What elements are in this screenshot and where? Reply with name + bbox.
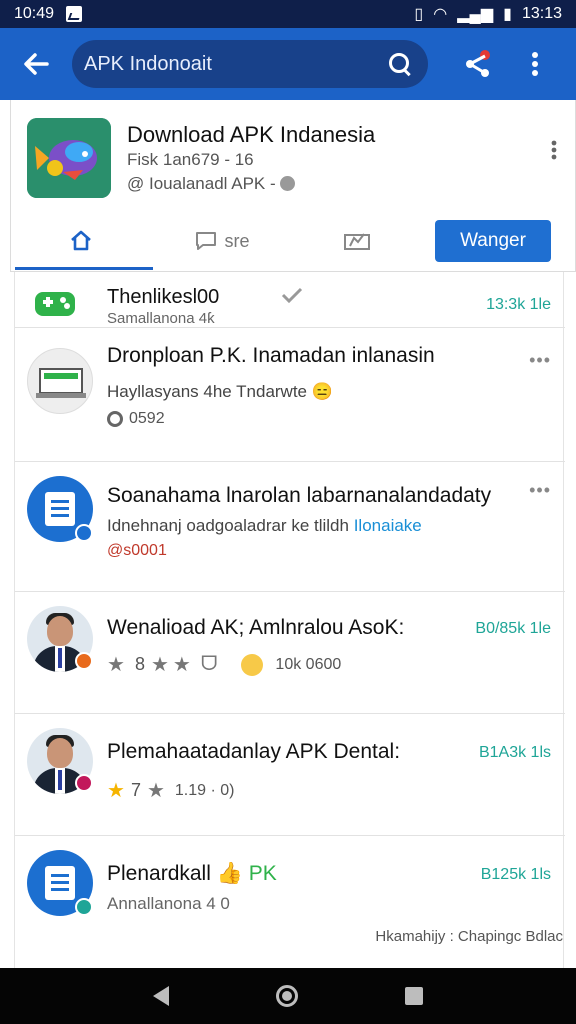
status-badge — [75, 652, 93, 670]
vibrate-icon: ▯ — [414, 6, 424, 23]
list-item-title-suffix: PK — [248, 862, 277, 885]
status-time-right: 13:13 — [521, 5, 562, 22]
more-options-button[interactable] — [508, 28, 562, 100]
more-vert-icon — [551, 140, 557, 160]
star-icon: ★ — [107, 780, 125, 802]
nav-back-icon[interactable] — [153, 986, 170, 1006]
list-item-size: 13:3k 1le — [486, 296, 551, 313]
app-logo — [27, 118, 111, 198]
wanger-button[interactable]: Wanger — [435, 220, 551, 262]
tab-home[interactable] — [15, 212, 153, 270]
app-subtitle-primary: Fisk 1an679 - 16 — [127, 150, 254, 169]
list-item[interactable]: Wenalioad AK; Amlnralou AsoK: B0/85k 1le… — [15, 592, 565, 714]
clock-icon — [280, 176, 296, 191]
search-input[interactable]: APK Indonoait — [72, 40, 428, 88]
download-list: Thenlikesl00 Samallanona 4ƙ 13:3k 1le Dr… — [14, 272, 565, 968]
list-item[interactable]: Dronploan P.K. Inamadan inlanasin Haylla… — [15, 328, 565, 462]
star-icon: ★★ — [150, 654, 195, 676]
list-item-meta-value: 1.19 · 0) — [174, 781, 235, 799]
image-notification-icon — [66, 6, 83, 22]
list-item-size: B1A3k 1ls — [478, 744, 551, 761]
document-shape — [45, 492, 75, 526]
list-item-meta-value: 0592 — [129, 410, 165, 427]
list-item-title: Thenlikesl00 — [107, 286, 220, 308]
signal-icon: ▂▄▆ — [457, 6, 494, 23]
app-header-card: Download APK Indanesia Fisk 1an679 - 16 … — [10, 100, 576, 272]
thumbs-up-icon: 👍 — [216, 862, 243, 885]
status-time-left: 10:49 — [14, 5, 55, 22]
list-item-subtitle: Idnehnanj oadgoaladrar ke tlildh Ilonaia… — [107, 516, 422, 536]
nav-home-icon[interactable] — [275, 985, 298, 1007]
list-item-title: Soanahama lnarolan labarnanalandadaty — [107, 484, 492, 507]
app-tabs: sre Wanger — [15, 212, 571, 270]
more-horiz-icon[interactable]: ••• — [529, 350, 551, 371]
list-item[interactable]: Soanahama lnarolan labarnanalandadaty Id… — [15, 462, 565, 592]
app-developer: @ Ioualanadl APK - — [127, 174, 276, 193]
list-item-subtitle: Annallanona 4 0 — [107, 894, 230, 913]
list-item-title-text: Plenardkall — [107, 862, 211, 885]
share-button[interactable] — [448, 28, 508, 100]
flag-icon: ᗜ — [200, 653, 218, 675]
list-item[interactable]: Plemahaatadanlay APK Dental: B1A3k 1ls ★… — [15, 714, 565, 836]
fish-logo-icon — [27, 118, 111, 198]
list-item-rating: ★ 7 ★ 1.19 · 0) — [107, 778, 234, 803]
list-item-title: Wenalioad AK; Amlnralou AsoK: — [107, 616, 405, 639]
gamepad-icon — [33, 286, 77, 322]
laptop-icon — [27, 348, 93, 414]
app-bar: APK Indonoait — [0, 28, 576, 100]
list-item-title: Plenardkall 👍 PK — [107, 862, 277, 886]
emoji-icon — [241, 653, 264, 676]
list-item-meta: 0592 — [107, 410, 165, 428]
chat-icon — [196, 232, 217, 250]
more-horiz-icon[interactable]: ••• — [529, 480, 551, 501]
list-footer-text: Hkamahijy : Chapingc Bdlac — [375, 928, 563, 945]
back-button[interactable] — [0, 28, 72, 100]
rating-value: 7 — [130, 780, 141, 800]
status-badge — [75, 524, 93, 542]
home-icon — [71, 230, 91, 250]
status-bar: 10:49 ▯ ◠ ▂▄▆ ▮ 13:13 — [0, 0, 576, 28]
list-item-title: Plemahaatadanlay APK Dental: — [107, 740, 401, 763]
edit-icon — [344, 233, 370, 250]
star-icon: ★ — [107, 654, 129, 676]
list-item-rating: ★ 8 ★★ ᗜ 10k 0600 — [107, 652, 341, 677]
tab-edit[interactable] — [291, 212, 429, 270]
tab-sre-label: sre — [224, 230, 250, 251]
share-icon — [466, 50, 490, 77]
list-item-meta: @s0001 — [107, 542, 167, 559]
tab-sre[interactable]: sre — [153, 212, 291, 270]
list-item-subtitle: Samallanona 4ƙ — [107, 310, 215, 327]
search-value: APK Indonoait — [84, 52, 212, 75]
app-subtitle-secondary: @ Ioualanadl APK - — [127, 174, 296, 194]
document-shape — [45, 866, 75, 900]
list-item-subtitle-link[interactable]: Ilonaiake — [354, 516, 422, 535]
app-title: Download APK Indanesia — [127, 122, 376, 147]
battery-icon: ▮ — [503, 6, 512, 23]
system-nav-bar — [0, 968, 576, 1024]
list-item-subtitle: Hayllasyans 4he Tndarwte 😑 — [107, 382, 333, 401]
arrow-left-icon — [24, 53, 49, 75]
search-icon[interactable] — [388, 52, 412, 76]
list-item-meta-value: 10k 0600 — [275, 655, 342, 673]
wifi-icon: ◠ — [433, 6, 448, 23]
list-item-subtitle-text: Idnehnanj oadgoaladrar ke tlildh — [107, 516, 349, 535]
rating-value: 8 — [134, 654, 145, 674]
card-more-button[interactable] — [551, 140, 557, 160]
refresh-icon — [107, 411, 123, 427]
nav-recents-icon[interactable] — [404, 987, 423, 1005]
status-badge — [75, 774, 93, 792]
list-item[interactable]: Plenardkall 👍 PK Annallanona 4 0 B125k 1… — [15, 836, 565, 968]
list-item-size: B125k 1ls — [480, 866, 551, 883]
more-vert-icon — [532, 52, 538, 76]
list-item-title: Dronploan P.K. Inamadan inlanasin — [107, 344, 435, 367]
status-badge — [75, 898, 93, 916]
list-item-size: B0/85k 1le — [475, 620, 551, 637]
check-icon — [281, 286, 303, 309]
list-item[interactable]: Thenlikesl00 Samallanona 4ƙ 13:3k 1le — [15, 272, 565, 328]
star-icon: ★ — [146, 780, 169, 802]
